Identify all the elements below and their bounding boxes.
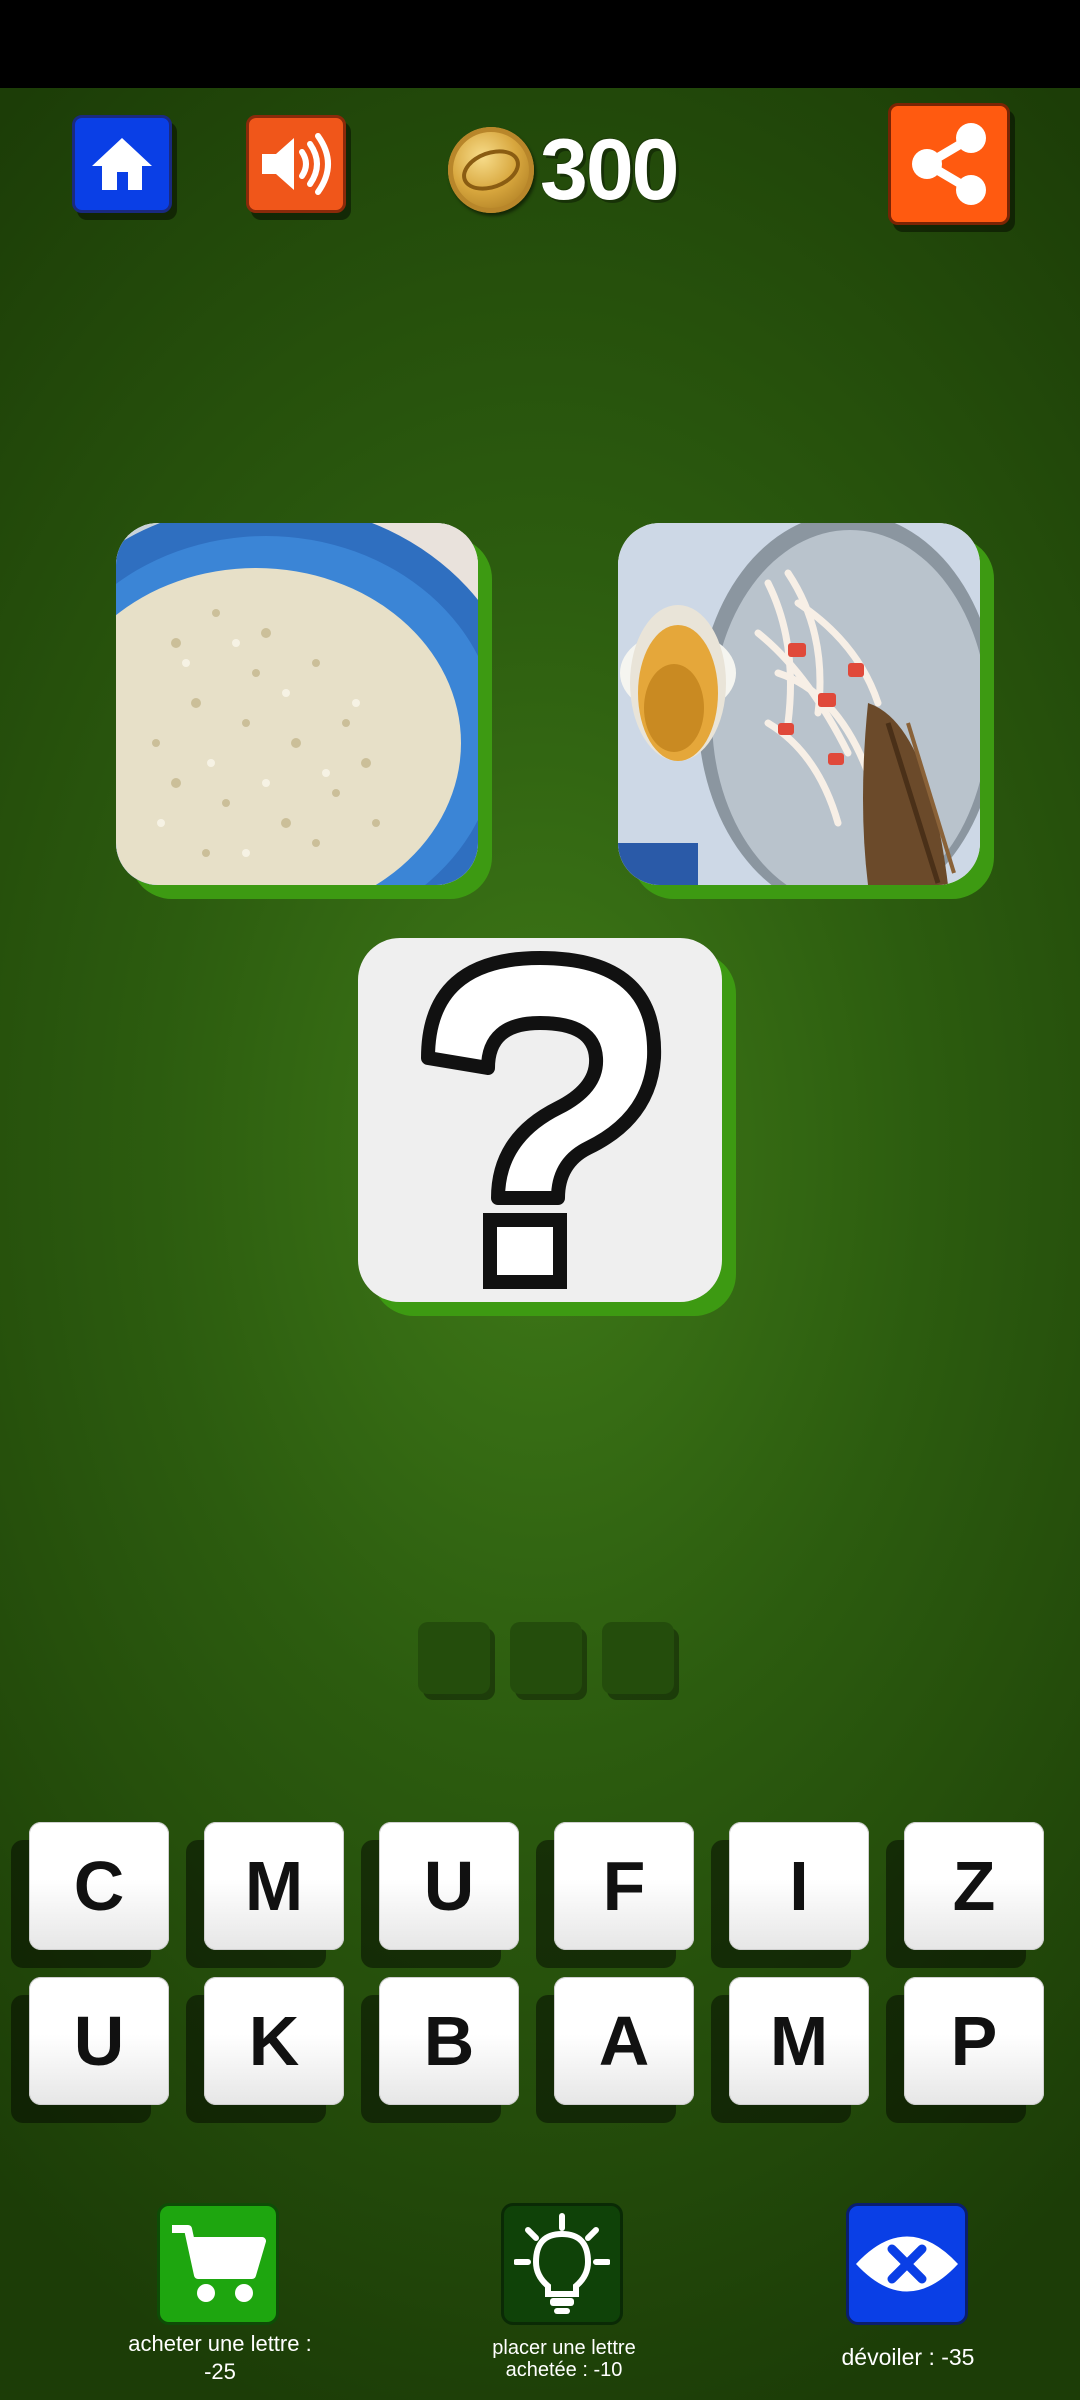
letter-key[interactable]: I	[729, 1822, 869, 1950]
place-letter-label: placer une lettre achetée : -10	[492, 2337, 636, 2381]
letter-key[interactable]: U	[379, 1822, 519, 1950]
letter-key[interactable]: M	[204, 1822, 344, 1950]
sound-button[interactable]	[246, 115, 346, 213]
letter-key[interactable]: C	[29, 1822, 169, 1950]
answer-slot[interactable]	[418, 1622, 490, 1694]
lightbulb-icon	[514, 2213, 610, 2314]
cart-icon	[172, 2225, 266, 2302]
share-button[interactable]	[888, 103, 1010, 225]
answer-slot[interactable]	[510, 1622, 582, 1694]
question-mark-image[interactable]	[358, 938, 722, 1302]
letter-key[interactable]: Z	[904, 1822, 1044, 1950]
buy-letter-label: acheter une lettre : -25	[128, 2331, 312, 2384]
coin-count: 300	[540, 121, 679, 218]
letter-key[interactable]: P	[904, 1977, 1044, 2105]
letter-key[interactable]: K	[204, 1977, 344, 2105]
coin-counter: 300	[448, 122, 679, 218]
answer-slot[interactable]	[602, 1622, 674, 1694]
speaker-icon	[262, 133, 331, 195]
letter-key[interactable]: A	[554, 1977, 694, 2105]
reveal-button[interactable]	[846, 2203, 968, 2325]
question-mark-icon	[421, 951, 662, 1289]
home-button[interactable]	[72, 115, 172, 213]
rice-dish-illustration	[116, 523, 478, 885]
place-letter-button[interactable]	[501, 2203, 623, 2325]
letter-key[interactable]: F	[554, 1822, 694, 1950]
letter-key[interactable]: B	[379, 1977, 519, 2105]
coin-icon	[448, 127, 534, 213]
reveal-eye-icon	[856, 2236, 958, 2292]
buy-letter-button[interactable]	[157, 2203, 279, 2325]
letter-key[interactable]: M	[729, 1977, 869, 2105]
fish-salad-dish-image[interactable]	[618, 523, 980, 885]
status-bar	[0, 0, 1080, 88]
letter-key[interactable]: U	[29, 1977, 169, 2105]
rice-dish-image[interactable]	[116, 523, 478, 885]
reveal-label: dévoiler : -35	[841, 2344, 975, 2370]
fish-salad-illustration	[618, 523, 980, 885]
home-icon	[92, 138, 152, 190]
share-icon	[912, 123, 986, 205]
